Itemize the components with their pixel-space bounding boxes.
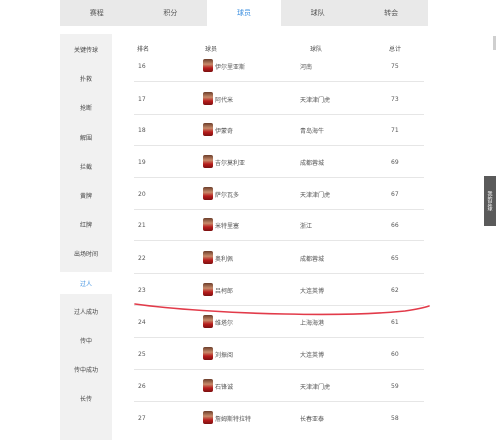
player-avatar[interactable] (203, 155, 213, 168)
player-avatar[interactable] (203, 218, 213, 231)
total-cell: 65 (391, 254, 399, 262)
rank-cell: 23 (138, 286, 146, 294)
player-avatar[interactable] (203, 379, 213, 392)
sidebar-item-saves[interactable]: 扑救 (60, 69, 112, 87)
team-cell: 成都蓉城 (300, 159, 325, 167)
total-cell: 75 (391, 62, 399, 70)
tab-transfers[interactable]: 转会 (354, 0, 428, 26)
row-divider (134, 401, 424, 402)
row-divider (134, 369, 424, 370)
total-cell: 59 (391, 382, 399, 390)
row-divider (134, 81, 424, 82)
total-cell: 71 (391, 126, 399, 134)
column-header-rank: 排名 (137, 46, 150, 53)
player-name-link[interactable]: 吉尔莫利亚 (215, 155, 245, 169)
rank-cell: 21 (138, 221, 146, 229)
player-avatar[interactable] (203, 123, 213, 136)
rank-cell: 19 (138, 158, 146, 166)
team-cell: 浙江 (300, 222, 313, 230)
scrollbar-thumb[interactable] (493, 36, 496, 50)
rank-cell: 17 (138, 95, 146, 103)
column-header-player: 球员 (205, 46, 218, 53)
rank-cell: 20 (138, 190, 146, 198)
team-cell: 成都蓉城 (300, 255, 325, 263)
player-name-link[interactable]: 伊蒙奇 (215, 123, 233, 137)
sidebar-item-crosses[interactable]: 传中 (60, 331, 112, 349)
player-avatar[interactable] (203, 92, 213, 105)
sidebar-item-interceptions[interactable]: 拦截 (60, 157, 112, 175)
player-avatar[interactable] (203, 283, 213, 296)
total-cell: 58 (391, 414, 399, 422)
sidebar-item-key-passes[interactable]: 关键传球 (60, 40, 112, 58)
player-name-link[interactable]: 萨尔瓦多 (215, 187, 239, 201)
player-avatar[interactable] (203, 315, 213, 328)
player-name-link[interactable]: 奥利佩 (215, 251, 233, 265)
team-cell: 大连英博 (300, 351, 325, 359)
total-cell: 60 (391, 350, 399, 358)
top-tabs: 赛程 积分 球员 球队 转会 (60, 0, 428, 26)
total-cell: 61 (391, 318, 399, 326)
total-cell: 73 (391, 95, 399, 103)
sidebar-item-successful-crosses[interactable]: 传中成功 (60, 360, 112, 378)
player-avatar[interactable] (203, 59, 213, 72)
row-divider (134, 145, 424, 146)
stat-category-sidebar: 关键传球 扑救 抢断 解围 拦截 黄牌 红牌 出场时间 过人 过人成功 传中 传… (60, 34, 112, 440)
player-name-link[interactable]: 吕柯郎 (215, 283, 233, 297)
team-cell: 大连英博 (300, 287, 325, 295)
total-cell: 62 (391, 286, 399, 294)
player-name-link[interactable]: 伊尔里亚斯 (215, 59, 245, 73)
row-divider (134, 305, 424, 306)
player-avatar[interactable] (203, 251, 213, 264)
team-cell: 天津津门虎 (300, 383, 331, 391)
player-name-link[interactable]: 詹姆斯特拉特 (215, 411, 251, 425)
team-cell: 天津津门虎 (300, 191, 331, 199)
player-name-link[interactable]: 维塔尔 (215, 315, 233, 329)
column-header-total: 总计 (389, 46, 402, 53)
total-cell: 69 (391, 158, 399, 166)
team-cell: 天津津门虎 (300, 96, 331, 104)
rank-cell: 22 (138, 254, 146, 262)
tab-standings[interactable]: 积分 (133, 0, 208, 26)
row-divider (134, 273, 424, 274)
sidebar-item-long-balls[interactable]: 长传 (60, 389, 112, 407)
sidebar-item-yellow-cards[interactable]: 黄牌 (60, 186, 112, 204)
rank-cell: 24 (138, 318, 146, 326)
side-floating-tab[interactable]: 我的足球 (484, 176, 496, 226)
player-name-link[interactable]: 阿代米 (215, 92, 233, 106)
sidebar-item-clearances[interactable]: 解围 (60, 128, 112, 146)
row-divider (134, 114, 424, 115)
tab-players[interactable]: 球员 (207, 0, 281, 26)
player-avatar[interactable] (203, 347, 213, 360)
player-avatar[interactable] (203, 411, 213, 424)
sidebar-item-dribbles[interactable]: 过人 (60, 272, 112, 294)
player-name-link[interactable]: 刘振阅 (215, 347, 233, 361)
player-name-link[interactable]: 石锋诚 (215, 379, 233, 393)
total-cell: 66 (391, 221, 399, 229)
row-divider (134, 240, 424, 241)
tab-schedule[interactable]: 赛程 (60, 0, 134, 26)
team-cell: 上海海港 (300, 319, 325, 327)
rank-cell: 25 (138, 350, 146, 358)
team-cell: 长春亚泰 (300, 415, 325, 423)
player-name-link[interactable]: 米特里塞 (215, 218, 239, 232)
rank-cell: 26 (138, 382, 146, 390)
sidebar-item-successful-dribbles[interactable]: 过人成功 (60, 302, 112, 320)
sidebar-item-red-cards[interactable]: 红牌 (60, 215, 112, 233)
row-divider (134, 177, 424, 178)
rank-cell: 27 (138, 414, 146, 422)
row-divider (134, 337, 424, 338)
sidebar-item-minutes[interactable]: 出场时间 (60, 244, 112, 262)
team-cell: 青岛海牛 (300, 127, 325, 135)
total-cell: 67 (391, 190, 399, 198)
team-cell: 河南 (300, 63, 313, 71)
tab-teams[interactable]: 球队 (280, 0, 355, 26)
rank-cell: 18 (138, 126, 146, 134)
column-header-team: 球队 (310, 46, 323, 53)
row-divider (134, 209, 424, 210)
sidebar-item-tackles[interactable]: 抢断 (60, 98, 112, 116)
rank-cell: 16 (138, 62, 146, 70)
player-avatar[interactable] (203, 187, 213, 200)
